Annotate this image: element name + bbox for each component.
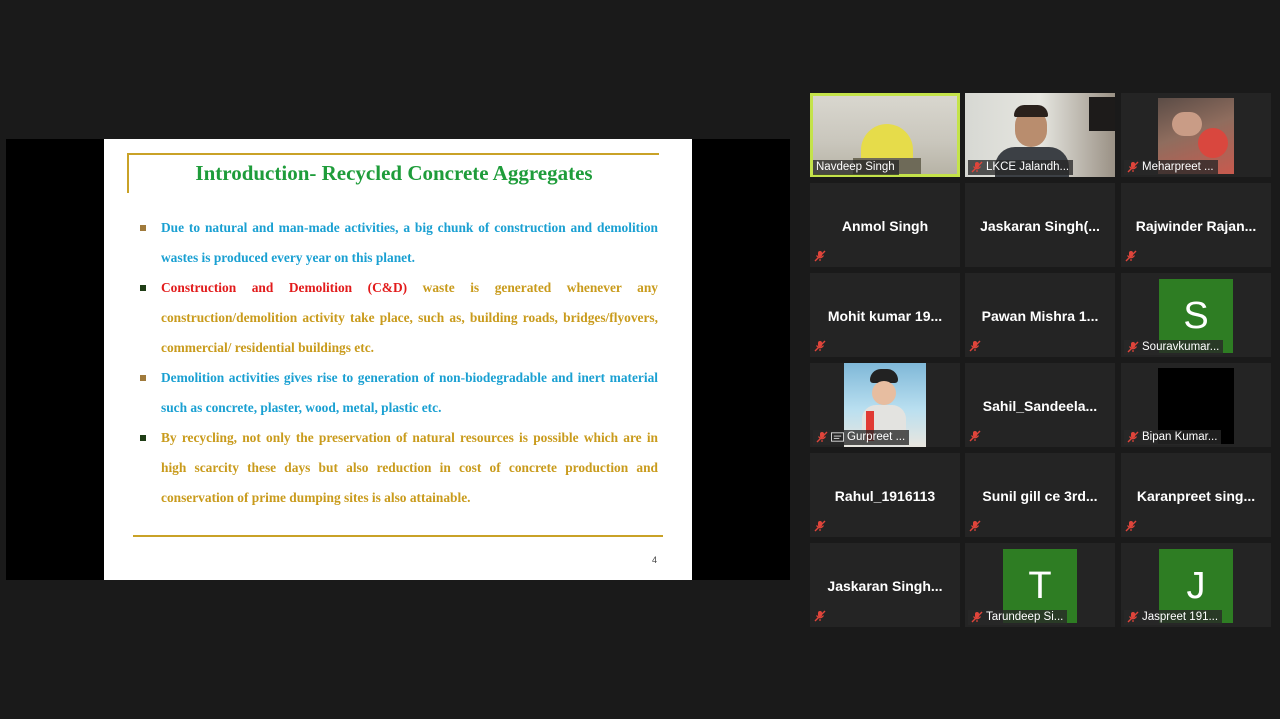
participant-tile[interactable]: Rajwinder Rajan... xyxy=(1121,183,1271,267)
avatar-initial: T xyxy=(1028,565,1052,607)
participant-label: Jaspreet 191... xyxy=(1124,610,1223,625)
participant-tile[interactable]: Jaskaran Singh... xyxy=(810,543,960,627)
participant-name: Jaskaran Singh... xyxy=(827,578,943,594)
muted-mic-icon xyxy=(969,339,981,352)
muted-mic-icon xyxy=(969,519,981,532)
participant-label: Meharpreet ... xyxy=(1124,160,1218,175)
participant-label: Souravkumar... xyxy=(1124,340,1224,355)
participant-tile[interactable]: Karanpreet sing... xyxy=(1121,453,1271,537)
avatar-initial: S xyxy=(1183,295,1209,337)
participant-tile[interactable]: Sunil gill ce 3rd... xyxy=(965,453,1115,537)
participant-name: Gurpreet ... xyxy=(847,431,906,443)
participant-tile[interactable]: Pawan Mishra 1... xyxy=(965,273,1115,357)
shared-screen: Introduction- Recycled Concrete Aggregat… xyxy=(6,139,790,580)
muted-mic-icon xyxy=(814,609,826,622)
closed-caption-icon xyxy=(831,432,844,442)
participant-name: Rajwinder Rajan... xyxy=(1135,218,1257,234)
bullet-square-icon xyxy=(140,375,146,381)
slide-title: Introduction- Recycled Concrete Aggregat… xyxy=(195,161,593,185)
muted-mic-icon xyxy=(814,249,826,262)
slide-page-number: 4 xyxy=(652,555,658,565)
title-frame: Introduction- Recycled Concrete Aggregat… xyxy=(127,153,659,193)
muted-mic-icon xyxy=(1127,161,1139,173)
participant-tile[interactable]: Sahil_Sandeela... xyxy=(965,363,1115,447)
participant-name: Mohit kumar 19... xyxy=(827,308,943,324)
participant-label: Navdeep Singh xyxy=(813,160,899,175)
bullet-square-icon xyxy=(140,435,146,441)
participant-name: Rahul_1916113 xyxy=(834,488,936,504)
participant-name: Sunil gill ce 3rd... xyxy=(982,488,1098,504)
participant-tile[interactable]: T Tarundeep Si... xyxy=(965,543,1115,627)
participant-tile[interactable]: Rahul_1916113 xyxy=(810,453,960,537)
participant-name: Sahil_Sandeela... xyxy=(982,398,1098,414)
slide-divider xyxy=(133,535,663,537)
participant-tile[interactable]: Mohit kumar 19... xyxy=(810,273,960,357)
muted-mic-icon xyxy=(814,519,826,532)
participant-label: LKCE Jalandh... xyxy=(968,160,1074,175)
bullet-square-icon xyxy=(140,225,146,231)
participant-name: Jaspreet 191... xyxy=(1142,611,1219,623)
muted-mic-icon xyxy=(971,611,983,623)
avatar-initial: J xyxy=(1186,565,1206,607)
bullet-square-icon xyxy=(140,285,146,291)
participant-tile[interactable]: Meharpreet ... xyxy=(1121,93,1271,177)
participant-tile[interactable]: Jaskaran Singh(... xyxy=(965,183,1115,267)
muted-mic-icon xyxy=(1127,611,1139,623)
muted-mic-icon xyxy=(1127,431,1139,443)
slide-bullet: Construction and Demolition (C&D) waste … xyxy=(140,273,658,363)
participant-name: Anmol Singh xyxy=(841,218,929,234)
participant-name: Meharpreet ... xyxy=(1142,161,1214,173)
muted-mic-icon xyxy=(1127,341,1139,353)
bullet-text: By recycling, not only the preservation … xyxy=(161,430,658,505)
participant-label: Tarundeep Si... xyxy=(968,610,1068,625)
slide-bullet: Demolition activities gives rise to gene… xyxy=(140,363,658,423)
participant-name: Bipan Kumar... xyxy=(1142,431,1218,443)
slide-bullet: Due to natural and man-made activities, … xyxy=(140,213,658,273)
participant-name: Karanpreet sing... xyxy=(1136,488,1256,504)
muted-mic-icon xyxy=(1125,519,1137,532)
bullet-list: Due to natural and man-made activities, … xyxy=(140,213,658,513)
participant-name: Pawan Mishra 1... xyxy=(981,308,1099,324)
slide-bullet: By recycling, not only the preservation … xyxy=(140,423,658,513)
muted-mic-icon xyxy=(814,339,826,352)
participant-tile[interactable]: Anmol Singh xyxy=(810,183,960,267)
participant-label: Bipan Kumar... xyxy=(1124,430,1222,445)
bullet-text: Construction and Demolition (C&D) xyxy=(161,280,408,295)
participant-tile[interactable]: Gurpreet ... xyxy=(810,363,960,447)
muted-mic-icon xyxy=(816,431,828,443)
participant-tile[interactable]: LKCE Jalandh... xyxy=(965,93,1115,177)
muted-mic-icon xyxy=(971,161,983,173)
bullet-text: Demolition activities gives rise to gene… xyxy=(161,370,658,415)
participant-name: LKCE Jalandh... xyxy=(986,161,1070,173)
muted-mic-icon xyxy=(1125,249,1137,262)
participant-name: Jaskaran Singh(... xyxy=(980,218,1100,234)
presentation-slide: Introduction- Recycled Concrete Aggregat… xyxy=(104,139,692,580)
participant-tile[interactable]: J Jaspreet 191... xyxy=(1121,543,1271,627)
participant-label: Gurpreet ... xyxy=(813,430,910,445)
participant-name: Souravkumar... xyxy=(1142,341,1220,353)
participant-name: Tarundeep Si... xyxy=(986,611,1064,623)
participant-name: Navdeep Singh xyxy=(816,161,895,173)
participant-tile[interactable]: Navdeep Singh xyxy=(810,93,960,177)
bullet-text: Due to natural and man-made activities, … xyxy=(161,220,658,265)
muted-mic-icon xyxy=(969,429,981,442)
participant-tile[interactable]: S Souravkumar... xyxy=(1121,273,1271,357)
participant-tile[interactable]: Bipan Kumar... xyxy=(1121,363,1271,447)
